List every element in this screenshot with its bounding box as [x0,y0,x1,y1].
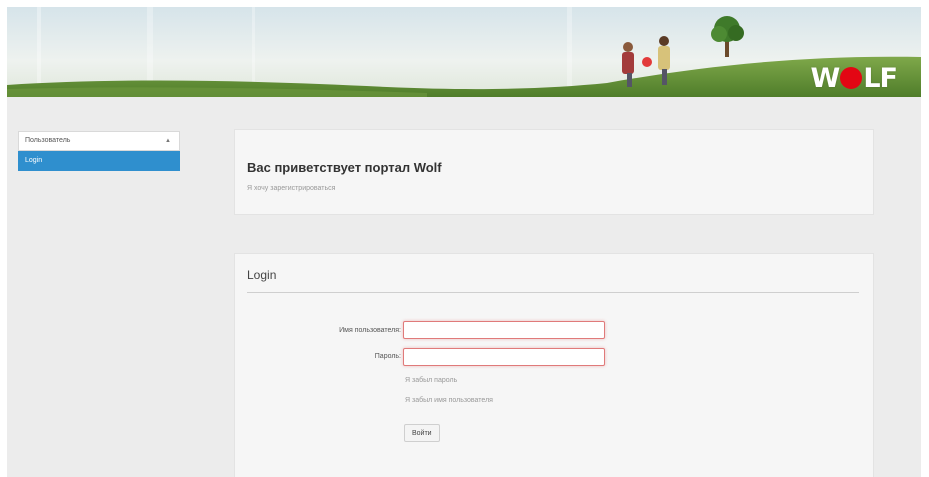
sidebar-item-login[interactable]: Login [18,151,180,171]
username-label: Имя пользователя: [339,327,401,334]
welcome-panel: Вас приветствует портал Wolf Я хочу заре… [234,129,874,215]
password-label: Пароль: [374,353,401,360]
login-button[interactable]: Войти [404,424,440,442]
divider [247,292,859,293]
landscape-illustration [7,7,921,97]
sidebar-nav: Пользователь ▲ Login [18,131,180,171]
page-title: Вас приветствует портал Wolf [247,160,442,175]
forgot-username-link[interactable]: Я забыл имя пользователя [405,397,493,404]
page-frame: W LF Пользователь ▲ Login Вас приветствуе… [7,7,921,477]
sidebar-item-label: Login [25,157,43,164]
logo-dot-icon [840,67,863,89]
caret-up-icon: ▲ [165,138,171,144]
register-link[interactable]: Я хочу зарегистрироваться [247,185,335,192]
username-input[interactable] [403,321,605,339]
password-input[interactable] [403,348,605,366]
login-heading: Login [247,268,277,282]
wolf-logo: W LF [810,63,898,94]
header-banner: W LF [7,7,921,97]
login-panel: Login Имя пользователя: Пароль: Я забыл … [234,253,874,477]
sidebar-item-label: Пользователь [25,137,71,144]
forgot-password-link[interactable]: Я забыл пароль [405,377,457,384]
sidebar-item-user[interactable]: Пользователь ▲ [18,131,180,151]
